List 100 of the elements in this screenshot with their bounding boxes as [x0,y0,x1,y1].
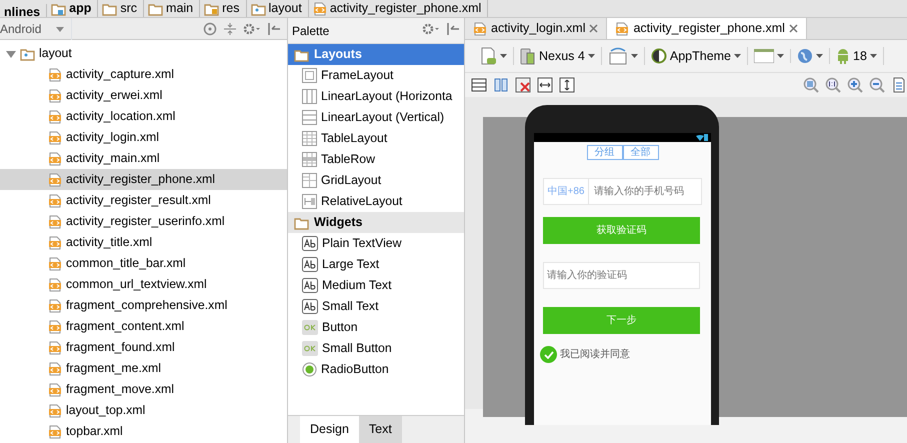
folder-icon [148,2,164,16]
palette-group-header[interactable]: Layouts [288,44,464,65]
tree-file-row[interactable]: common_url_textview.xml [0,274,287,295]
palette-item[interactable]: RelativeLayout [288,191,464,212]
tree-file-row[interactable]: common_title_bar.xml [0,253,287,274]
check-icon [544,350,554,358]
tree-file-row[interactable]: activity_register_userinfo.xml [0,211,287,232]
palette-item[interactable]: Plain TextView [288,233,464,254]
palette-item[interactable]: Small Text [288,296,464,317]
folder-icon [294,48,309,62]
palette-group-header[interactable]: Widgets [288,212,464,233]
radio-button-icon [302,362,317,377]
window-icon [754,49,774,63]
palette-item[interactable]: Large Text [288,254,464,275]
xml-file-icon [312,2,327,16]
breadcrumb-item[interactable]: res [200,0,246,17]
tree-file-row[interactable]: activity_title.xml [0,232,287,253]
document-icon[interactable] [891,77,907,93]
tree-file-row[interactable]: activity_location.xml [0,106,287,127]
tree-file-row[interactable]: fragment_content.xml [0,316,287,337]
palette-item[interactable]: Medium Text [288,275,464,296]
xml-file-icon [48,214,62,228]
tree-folder-row[interactable]: layout [0,43,287,64]
folder-icon [102,2,118,16]
zoom-out-icon[interactable] [869,77,885,93]
xml-file-icon [48,236,62,250]
api-level-button[interactable]: 18 [830,46,884,66]
zoom-in-icon[interactable] [847,77,863,93]
xml-file-icon [48,88,62,102]
tree-file-row[interactable]: activity_capture.xml [0,64,287,85]
dropdown-caret-icon [500,54,507,58]
columns-icon[interactable] [493,77,509,93]
xml-file-icon [48,130,62,144]
breadcrumb-item[interactable]: app [47,0,98,17]
phone-number-input[interactable]: 请输入你的手机号码 [592,183,701,200]
fill-height-icon[interactable] [559,77,575,93]
tree-file-row[interactable]: fragment_comprehensive.xml [0,295,287,316]
xml-file-icon [48,152,62,166]
stack-icon[interactable] [471,77,487,93]
file-android-icon [481,47,497,65]
palette-item[interactable]: FrameLayout [288,65,464,86]
layout-folder-icon [250,2,266,16]
text-view-icon [302,299,318,314]
zoom-actual-icon[interactable] [825,77,841,93]
close-icon [788,24,798,33]
devices-icon [520,47,536,65]
palette-item[interactable]: TableRow [288,149,464,170]
xml-file-icon [48,110,62,124]
remove-constraints-icon[interactable] [515,77,531,93]
button-widget-icon [302,341,318,356]
view-tab[interactable]: Design [300,416,359,443]
editor-tab[interactable]: activity_register_phone.xml [607,18,807,39]
tree-file-row[interactable]: fragment_found.xml [0,337,287,358]
dropdown-caret-icon [588,54,595,58]
theme-button[interactable]: AppTheme [644,46,748,66]
columns-icon [302,89,317,104]
text-view-icon [302,236,318,251]
table-row-icon [302,152,317,167]
palette-item[interactable]: Small Button [288,338,464,359]
rows-icon [302,110,317,125]
breadcrumb-item[interactable]: main [144,0,200,17]
tree-file-row[interactable]: activity_main.xml [0,148,287,169]
palette-item[interactable]: GridLayout [288,170,464,191]
tree-file-row[interactable]: fragment_move.xml [0,379,287,400]
wifi-icon [696,134,704,140]
dropdown-caret-icon [870,54,877,58]
battery-icon [704,134,708,141]
code-input-field[interactable]: 请输入你的验证码 [543,262,700,289]
editor-tab[interactable]: activity_login.xml [465,18,608,39]
tree-file-row[interactable]: topbar.xml [0,421,287,442]
hide-panel-icon [267,22,281,36]
palette-item[interactable]: Button [288,317,464,338]
xml-file-icon [48,340,62,354]
breadcrumb-item[interactable]: src [98,0,144,17]
palette-item[interactable]: TableLayout [288,128,464,149]
zoom-fit-icon[interactable] [803,77,819,93]
text-view-icon [302,278,318,293]
theme-icon [650,48,667,64]
breadcrumb-item[interactable]: activity_register_phone.xml [308,0,488,17]
settings-icon [243,22,261,36]
agree-checkbox[interactable] [540,346,557,363]
tree-file-row[interactable]: fragment_me.xml [0,358,287,379]
palette-item[interactable]: LinearLayout (Horizonta [288,86,464,107]
palette-item[interactable]: RadioButton [288,359,464,380]
table-icon [302,131,317,146]
layout-folder-icon [20,46,35,60]
palette-item[interactable]: LinearLayout (Vertical) [288,107,464,128]
xml-file-icon [48,404,62,418]
tree-file-row[interactable]: activity_erwei.xml [0,85,287,106]
relative-layout-icon [302,194,317,209]
tree-file-row[interactable]: activity_register_phone.xml [0,169,287,190]
view-tab[interactable]: Text [358,416,402,443]
globe-icon [797,48,814,64]
device-button[interactable]: Nexus 4 [514,46,602,66]
fill-width-icon[interactable] [537,77,553,93]
module-folder-icon [51,2,66,16]
tree-file-row[interactable]: activity_login.xml [0,127,287,148]
tree-file-row[interactable]: activity_register_result.xml [0,190,287,211]
breadcrumb-item[interactable]: layout [246,0,309,17]
tree-file-row[interactable]: layout_top.xml [0,400,287,421]
